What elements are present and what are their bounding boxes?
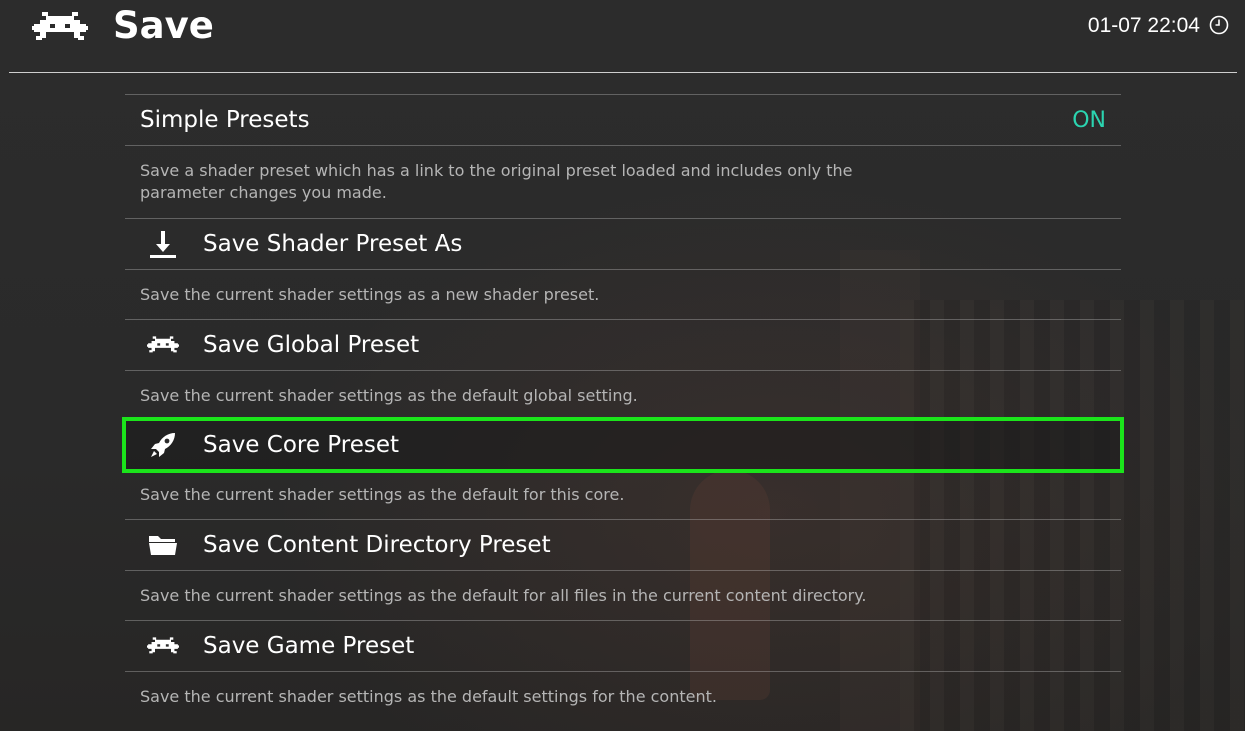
header: Save 01-07 22:04 (0, 0, 1245, 72)
page-title: Save (113, 4, 214, 47)
menu-item-save-core-preset[interactable]: Save Core Preset (122, 417, 1124, 473)
menu-item-save-shader-preset-as[interactable]: Save Shader Preset As (125, 219, 1121, 269)
menu-item-label: Save Global Preset (203, 332, 420, 358)
clock-icon (1209, 15, 1229, 35)
download-icon (147, 228, 179, 260)
menu-item-label: Save Game Preset (203, 633, 415, 659)
rocket-icon (147, 429, 179, 461)
menu-list: Simple Presets ON Save a shader preset w… (122, 94, 1124, 721)
menu-item-description: Save the current shader settings as the … (140, 484, 625, 504)
menu-item-label: Save Content Directory Preset (203, 532, 551, 558)
toggle-value[interactable]: ON (1072, 108, 1106, 133)
menu-item-save-content-directory-preset[interactable]: Save Content Directory Preset (125, 520, 1121, 570)
retroarch-invader-icon (147, 630, 179, 662)
menu-item-description: Save a shader preset which has a link to… (140, 161, 853, 202)
menu-item-description: Save the current shader settings as a ne… (140, 284, 600, 304)
menu-item-label: Simple Presets (140, 107, 310, 133)
menu-item-description: Save the current shader settings as the … (140, 385, 638, 405)
menu-item-save-game-preset[interactable]: Save Game Preset (125, 621, 1121, 671)
menu-item-description: Save the current shader settings as the … (140, 585, 867, 605)
retroarch-invader-icon (147, 329, 179, 361)
retroarch-invader-icon (32, 12, 88, 40)
clock-text: 01-07 22:04 (1087, 14, 1200, 37)
menu-item-description: Save the current shader settings as the … (140, 686, 717, 706)
folder-icon (147, 529, 179, 561)
retroarch-save-menu: Save 01-07 22:04 Simple Presets ON Save … (0, 0, 1245, 731)
header-divider (9, 72, 1237, 73)
menu-item-save-global-preset[interactable]: Save Global Preset (125, 320, 1121, 370)
menu-item-simple-presets[interactable]: Simple Presets ON (125, 95, 1121, 145)
menu-item-label: Save Core Preset (203, 432, 400, 458)
menu-item-label: Save Shader Preset As (203, 231, 463, 257)
